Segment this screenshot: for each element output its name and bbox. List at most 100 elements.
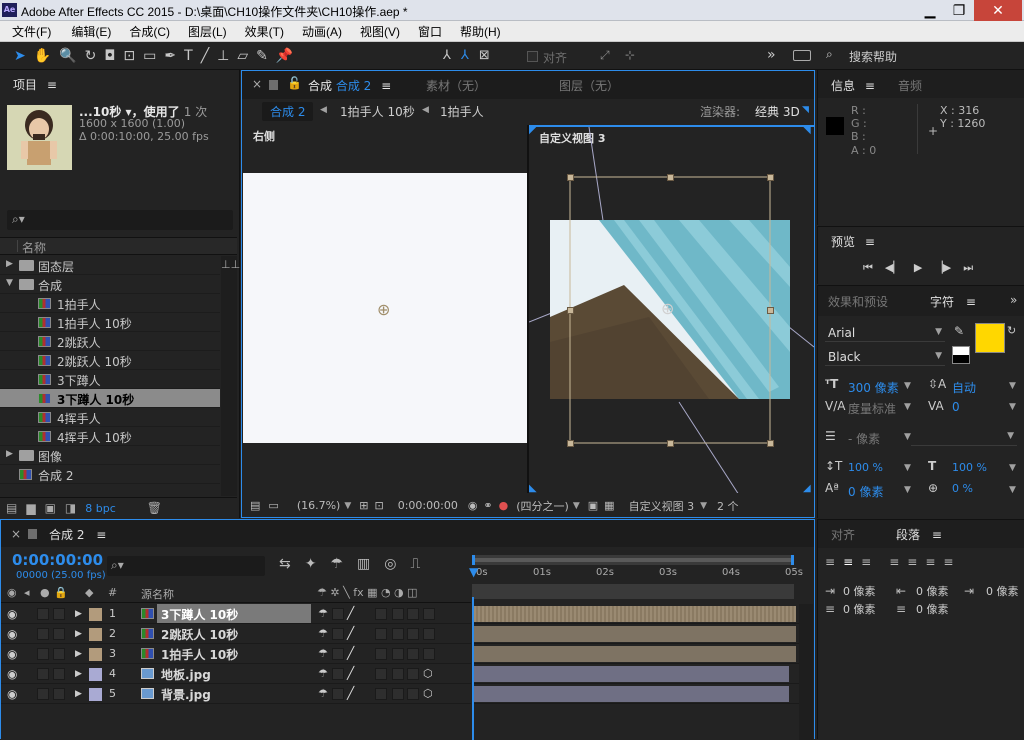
roi-icon[interactable]: ▣ [588, 499, 598, 512]
layer-duration-bar[interactable] [474, 644, 799, 664]
switch-box[interactable] [392, 688, 404, 700]
switch-box[interactable] [375, 648, 387, 660]
space-after-value[interactable]: 0 像素 [916, 601, 949, 617]
switch-box[interactable] [332, 628, 344, 640]
search-help-label[interactable]: 搜索帮助 [849, 48, 897, 65]
shy-icon[interactable]: ☂ [318, 627, 328, 640]
layer-name[interactable]: 1拍手人 10秒 [157, 644, 311, 663]
align-center-icon[interactable]: ≡ [843, 555, 853, 569]
tab-layer[interactable]: 图层（无） [559, 77, 619, 94]
eraser-tool-icon[interactable]: ▱ [237, 48, 248, 64]
visibility-eye-icon[interactable]: ◉ [7, 687, 17, 701]
timeline-layer-row[interactable]: ◉ ▶ 5 背景.jpg ☂ ╱ ⬡ [1, 684, 471, 704]
solo-box[interactable] [37, 648, 49, 660]
label-color-swatch[interactable] [89, 628, 102, 641]
close-tab-icon[interactable]: × [252, 77, 262, 91]
views-layout-select[interactable]: 2 个 [717, 498, 739, 514]
project-comp-item[interactable]: 3下蹲人 [0, 370, 220, 389]
menu-item[interactable]: 文件(F) [6, 23, 57, 40]
timeline-timecode[interactable]: 0:00:00:00 [12, 551, 103, 569]
flowchart-icon[interactable]: ⊥⊥ [221, 258, 240, 271]
quality-slash-icon[interactable]: ╱ [347, 686, 354, 700]
menu-item[interactable]: 合成(C) [123, 23, 176, 40]
snap-grid-icon[interactable]: ⊹ [625, 48, 635, 62]
kerning-value[interactable]: 度量标准 [848, 400, 896, 417]
quality-slash-icon[interactable]: ╱ [347, 666, 354, 680]
3d-layer-cube-icon[interactable]: ⬡ [423, 667, 433, 680]
first-frame-icon[interactable]: ⏮ [863, 261, 873, 275]
shy-icon[interactable]: ☂ [318, 647, 328, 660]
grid-icon[interactable]: ⊞ [359, 499, 368, 512]
stroke-mode-select[interactable]: ▼ [911, 428, 1017, 446]
eyedropper-icon[interactable]: ✎ [954, 324, 964, 338]
transparency-grid-icon[interactable]: ▦ [604, 499, 614, 512]
quality-slash-icon[interactable]: ╱ [347, 626, 354, 640]
breadcrumb-item[interactable]: 1拍手人 [440, 103, 484, 120]
tab-character[interactable]: 字符 ≡ [930, 293, 976, 310]
camera-tool-icon[interactable]: ◘ [104, 48, 115, 64]
comp-mini-flowchart-icon[interactable]: ⇆ [279, 556, 291, 572]
draft-3d-icon[interactable]: ✦ [305, 556, 317, 572]
project-search-input[interactable]: ⌕▾ [7, 210, 233, 230]
menu-item[interactable]: 视图(V) [354, 23, 406, 40]
world-axis-icon[interactable]: ⅄ [461, 48, 469, 63]
motion-blur-icon[interactable]: ◎ [384, 556, 396, 572]
tracking-value[interactable]: 0 [952, 400, 960, 414]
new-comp-icon[interactable]: ▣ [45, 501, 56, 515]
rectangle-tool-icon[interactable]: ▭ [143, 48, 156, 64]
right-3d-view[interactable]: 自定义视图 3 ◤ ◥ ⊕ ◣ ◢ [529, 125, 814, 493]
switch-box[interactable] [407, 648, 419, 660]
lock-box[interactable] [53, 688, 65, 700]
type-tool-icon[interactable]: T [184, 48, 193, 64]
renderer-value[interactable]: 经典 3D [755, 103, 800, 120]
stamp-tool-icon[interactable]: ⊥ [217, 48, 229, 64]
visibility-eye-icon[interactable]: ◉ [7, 607, 17, 621]
switch-box[interactable] [332, 648, 344, 660]
play-icon[interactable]: ▶ [914, 261, 922, 275]
pen-tool-icon[interactable]: ✒ [164, 48, 176, 64]
switch-box[interactable] [392, 628, 404, 640]
frame-blending-icon[interactable]: ▥ [357, 556, 370, 572]
menu-item[interactable]: 图层(L) [182, 23, 233, 40]
anchor-point-icon[interactable]: ⊕ [661, 299, 674, 318]
lock-box[interactable] [53, 648, 65, 660]
expand-right-icon[interactable]: ▶ [6, 449, 13, 459]
settings-icon[interactable]: ◨ [65, 501, 76, 515]
visibility-eye-icon[interactable]: ◉ [7, 647, 17, 661]
leading-value[interactable]: 自动 [952, 379, 976, 396]
label-color-swatch[interactable] [89, 608, 102, 621]
visibility-eye-icon[interactable]: ◉ [7, 627, 17, 641]
view-select[interactable]: 自定义视图 3 [629, 498, 695, 514]
scrollbar[interactable]: ⊥⊥ [221, 256, 240, 496]
menu-item[interactable]: 窗口 [412, 23, 448, 40]
snap-checkbox[interactable] [527, 51, 538, 62]
color-channel-icon[interactable]: ● [499, 499, 509, 512]
workspace-more[interactable]: » [767, 47, 776, 63]
project-comp-item[interactable]: 4挥手人 [0, 408, 220, 427]
next-frame-icon[interactable]: ▕▶ [934, 261, 951, 275]
switch-box[interactable] [407, 668, 419, 680]
expand-right-icon[interactable]: ▶ [75, 689, 82, 699]
show-snapshot-icon[interactable]: ⚭ [483, 499, 492, 512]
snapshot-icon[interactable]: ◉ [468, 499, 478, 512]
label-color-swatch[interactable] [89, 648, 102, 661]
project-comp-item[interactable]: 4挥手人 10秒 [0, 427, 220, 446]
switch-box[interactable] [332, 608, 344, 620]
switch-box[interactable] [407, 608, 419, 620]
switch-box[interactable] [423, 608, 435, 620]
bpc-label[interactable]: 8 bpc [85, 502, 116, 515]
expand-right-icon[interactable]: ▶ [6, 259, 13, 269]
timeline-search-input[interactable]: ⌕▾ [107, 556, 265, 576]
expand-right-icon[interactable]: ▶ [75, 609, 82, 619]
tab-paragraph[interactable]: 段落 ≡ [896, 526, 942, 543]
project-comp-item[interactable]: 2跳跃人 [0, 332, 220, 351]
project-comp-item[interactable]: 合成 2 [0, 465, 220, 484]
project-folder[interactable]: ▶ 图像 [0, 446, 220, 465]
shy-icon[interactable]: ☂ [318, 607, 328, 620]
horizontal-scale-value[interactable]: 100 % [952, 461, 987, 474]
quality-slash-icon[interactable]: ╱ [347, 646, 354, 660]
new-folder-icon[interactable]: ▆ [26, 501, 35, 515]
font-family-select[interactable]: Arial ▼ [825, 324, 945, 342]
zoom-select[interactable]: (16.7%) [297, 499, 341, 512]
maximize-button[interactable]: ❐ [945, 0, 973, 21]
